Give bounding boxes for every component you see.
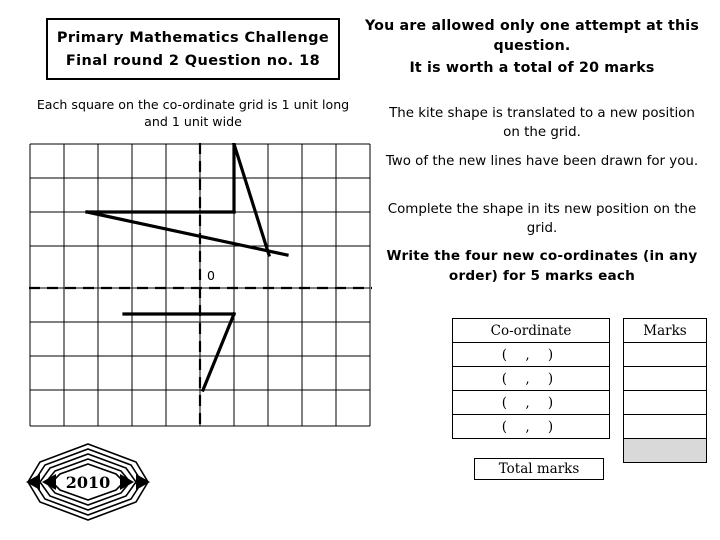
- instruction-write-coordinates: Write the four new co-ordinates (in any …: [386, 248, 698, 284]
- attempt-line-1: You are allowed only one attempt at this…: [365, 18, 699, 54]
- question-number: Final round 2 Question no. 18: [65, 52, 321, 69]
- challenge-title: Primary Mathematics Challenge: [56, 29, 330, 46]
- table-row: ( , ): [452, 366, 707, 391]
- table-spacer: [610, 319, 624, 343]
- pmc-logo: 2010: [18, 440, 158, 524]
- instruction-translate: The kite shape is translated to a new po…: [389, 106, 695, 140]
- coordinate-input-4[interactable]: ( , ): [452, 414, 610, 439]
- attempt-line-2: It is worth a total of 20 marks: [409, 60, 655, 76]
- header-coordinate: Co-ordinate: [452, 318, 610, 343]
- attempt-instructions: You are allowed only one attempt at this…: [360, 16, 704, 78]
- marks-input-1[interactable]: [623, 342, 707, 367]
- question-title-box: Primary Mathematics Challenge Final roun…: [46, 18, 340, 80]
- table-spacer: [610, 439, 624, 463]
- total-marks-label: Total marks: [474, 458, 604, 480]
- table-spacer: [610, 343, 624, 367]
- coordinate-input-3[interactable]: ( , ): [452, 390, 610, 415]
- instruction-complete-shape: Complete the shape in its new position o…: [387, 202, 697, 236]
- coordinate-grid-svg: 0: [29, 143, 372, 427]
- answer-table: Co-ordinate Marks ( , ) ( , ) ( , ) (, …: [452, 318, 707, 463]
- table-header-row: Co-ordinate Marks: [452, 318, 707, 343]
- table-spacer: [610, 415, 624, 439]
- table-row: ( , ): [452, 414, 707, 439]
- marks-input-3[interactable]: [623, 390, 707, 415]
- coordinate-input-2[interactable]: ( , ): [452, 366, 610, 391]
- grid-caption: Each square on the co-ordinate grid is 1…: [36, 97, 350, 129]
- table-spacer: [610, 367, 624, 391]
- total-marks-value: [623, 438, 707, 463]
- coordinate-input-1[interactable]: ( , ): [452, 342, 610, 367]
- logo-year: 2010: [65, 472, 111, 492]
- coordinate-grid: 0: [29, 143, 372, 427]
- header-marks: Marks: [623, 318, 707, 343]
- table-row: ( , ): [452, 390, 707, 415]
- kite-shape-lines: [85, 143, 289, 393]
- instruction-two-lines-drawn: Two of the new lines have been drawn for…: [385, 154, 699, 169]
- question-page: Primary Mathematics Challenge Final roun…: [0, 0, 720, 540]
- marks-input-2[interactable]: [623, 366, 707, 391]
- marks-input-4[interactable]: [623, 414, 707, 439]
- table-spacer: [610, 391, 624, 415]
- table-row: ( , ): [452, 342, 707, 367]
- origin-label: 0: [207, 268, 215, 283]
